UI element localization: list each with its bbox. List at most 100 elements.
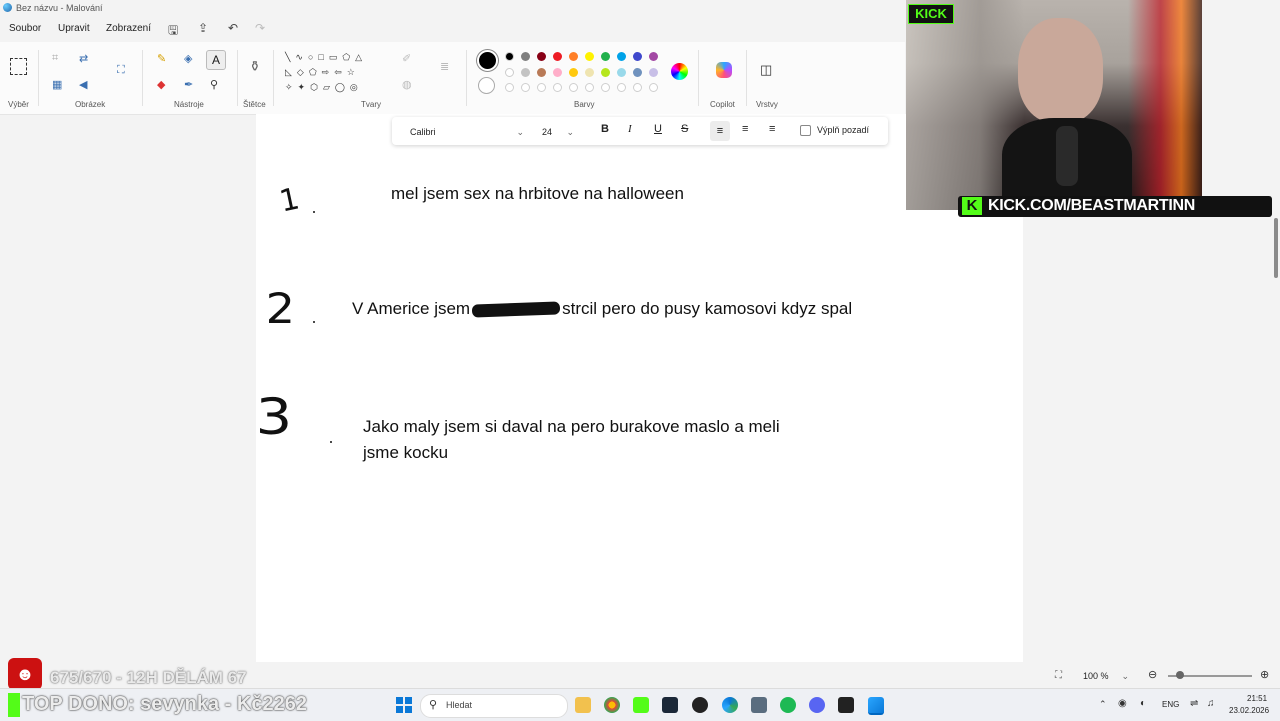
save-icon[interactable]: 🖫 [168,21,178,42]
menu-edit[interactable]: Upravit [58,23,90,34]
brush-icon[interactable]: ⚱ [249,58,261,75]
edit-colors-icon[interactable] [671,63,688,80]
bold-button[interactable]: B [601,123,609,135]
shapes-gallery[interactable]: ╲∿○□▭⬠△ ◺◇⬠⇨⇦☆ ✧✦⬡▱◯◎ [285,50,385,100]
fill-background-checkbox[interactable] [800,125,811,136]
font-size-dropdown[interactable]: 24 ⌄ [534,121,581,143]
tray-app-icon[interactable]: ◐ [1140,698,1146,709]
paint-taskbar-icon[interactable] [868,697,884,715]
custom-color-slot[interactable] [601,83,610,92]
outline-icon[interactable]: ✐ [402,52,411,65]
steam-icon[interactable] [662,697,678,713]
custom-color-slot[interactable] [585,83,594,92]
color-swatch[interactable] [537,52,546,61]
custom-color-slot[interactable] [649,83,658,92]
text-tool-icon[interactable]: A [206,50,226,70]
shape-fill-icon[interactable]: ◍ [402,78,412,91]
color-swatch[interactable] [569,52,578,61]
menu-view[interactable]: Zobrazení [106,23,151,34]
color-swatch[interactable] [569,68,578,77]
italic-button[interactable]: I [628,123,632,135]
eraser-icon[interactable]: ◆ [157,78,165,91]
align-center-icon[interactable]: ≡ [742,123,748,135]
layers-icon[interactable]: ◫ [760,62,772,78]
spotify-icon[interactable] [780,697,796,713]
pencil-icon[interactable]: ✎ [157,52,166,65]
color-swatch[interactable] [553,68,562,77]
color-swatch[interactable] [505,52,514,61]
zoom-slider-thumb[interactable] [1176,671,1184,679]
kick-app-icon[interactable] [633,697,649,713]
font-family-dropdown[interactable]: Calibri ⌄ [402,121,531,143]
share-icon[interactable]: ⇪ [198,21,208,35]
strikethrough-button[interactable]: S [681,123,688,135]
color-swatch[interactable] [505,68,514,77]
network-icon[interactable]: ⇌ [1190,698,1198,709]
color-swatch[interactable] [521,68,530,77]
color-swatch[interactable] [537,68,546,77]
chrome-icon[interactable] [604,697,620,713]
color-swatch[interactable] [601,68,610,77]
custom-color-slot[interactable] [569,83,578,92]
custom-color-slot[interactable] [633,83,642,92]
color-swatch[interactable] [617,52,626,61]
redo-icon[interactable]: ↷ [255,21,265,35]
zoom-out-icon[interactable]: ⊖ [1148,668,1157,681]
terminal-icon[interactable] [838,697,854,713]
custom-color-slot[interactable] [553,83,562,92]
scrollbar-thumb[interactable] [1274,218,1278,278]
color-swatch[interactable] [633,68,642,77]
color-swatch[interactable] [585,68,594,77]
volume-icon[interactable]: ♫ [1207,698,1215,709]
zoom-icon[interactable]: ⚲ [210,78,218,91]
resize-icon[interactable]: ⇄ [79,52,88,65]
tray-app-icon[interactable]: ◉ [1118,698,1127,709]
color-picker-icon[interactable]: ✒ [184,78,193,91]
copilot-icon[interactable] [716,62,732,78]
calculator-icon[interactable] [751,697,767,713]
clock-time[interactable]: 21:51 [1247,694,1267,703]
crop-icon[interactable]: ⌗ [52,52,58,65]
group-label-layers: Vrstvy [756,100,778,109]
selection-icon[interactable] [10,58,27,75]
menu-bar: Soubor Upravit Zobrazení 🖫 ⇪ ↶ ↷ [0,17,900,41]
size-icon[interactable]: ≣ [440,60,449,73]
custom-color-slot[interactable] [537,83,546,92]
obs-icon[interactable] [692,697,708,713]
color-swatch[interactable] [521,52,530,61]
underline-button[interactable]: U [654,123,662,135]
file-explorer-icon[interactable] [575,697,591,713]
primary-color-swatch[interactable] [477,50,498,71]
color-swatch[interactable] [601,52,610,61]
color-swatch[interactable] [553,52,562,61]
group-label-selection: Výběr [8,100,29,109]
image-select-icon[interactable]: ⛶ [117,64,125,77]
menu-file[interactable]: Soubor [9,23,41,34]
undo-icon[interactable]: ↶ [228,21,238,35]
language-indicator[interactable]: ENG [1162,700,1179,709]
custom-color-slot[interactable] [521,83,530,92]
color-swatch[interactable] [649,68,658,77]
start-icon[interactable] [396,697,412,713]
flip-icon[interactable]: ◀ [79,78,87,91]
align-left-icon[interactable]: ≡ [710,121,730,141]
discord-icon[interactable] [809,697,825,713]
rotate-icon[interactable]: ▦ [52,78,62,91]
secondary-color-swatch[interactable] [478,77,495,94]
tray-chevron-up-icon[interactable]: ⌃ [1099,699,1107,710]
clock-date[interactable]: 23.02.2026 [1229,706,1269,715]
zoom-in-icon[interactable]: ⊕ [1260,668,1269,681]
color-swatch[interactable] [649,52,658,61]
taskbar-search[interactable]: ⚲ Hledat [420,694,568,718]
fill-icon[interactable]: ◈ [184,52,192,65]
color-swatch[interactable] [585,52,594,61]
handwritten-number-2: 2 [265,284,296,333]
color-swatch[interactable] [617,68,626,77]
color-swatch[interactable] [633,52,642,61]
align-right-icon[interactable]: ≡ [769,123,775,135]
custom-color-slot[interactable] [617,83,626,92]
zoom-dropdown[interactable]: 100 % ⌄ [1079,668,1135,684]
custom-color-slot[interactable] [505,83,514,92]
fit-screen-icon[interactable]: ⛶ [1055,670,1062,681]
edge-icon[interactable] [722,697,738,713]
